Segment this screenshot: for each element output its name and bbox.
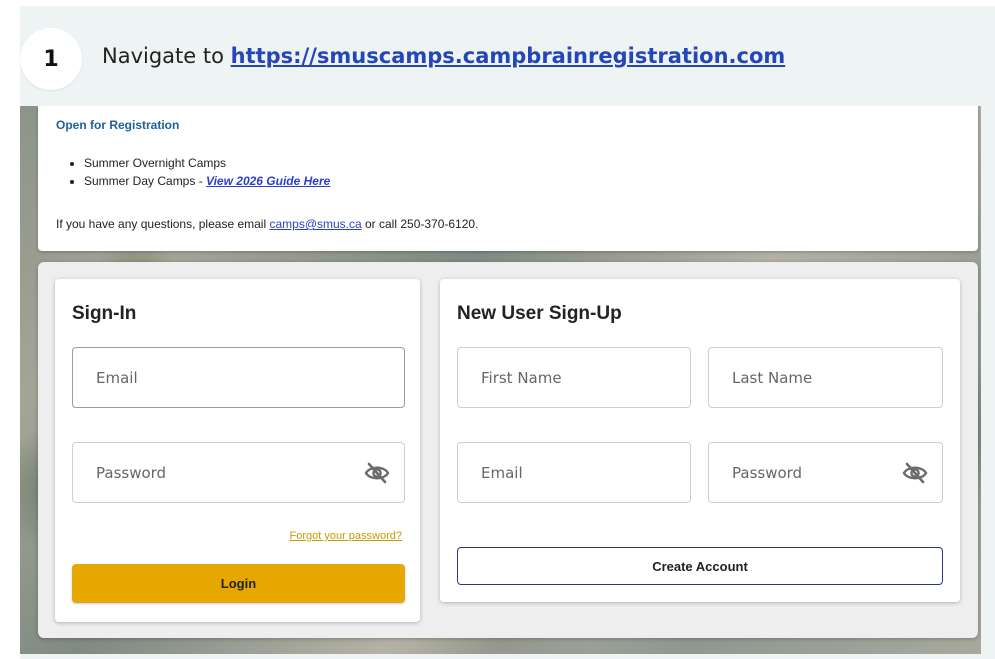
contact-line: If you have any questions, please email …: [56, 217, 478, 231]
camp-overnight: Summer Overnight Camps: [84, 156, 227, 170]
email-link[interactable]: camps@smus.ca: [269, 217, 361, 231]
signup-email-placeholder: Email: [481, 463, 523, 482]
signup-password-placeholder: Password: [732, 463, 803, 482]
list-item: Summer Day Camps - View 2026 Guide Here: [84, 172, 330, 190]
step-number: 1: [20, 28, 82, 90]
screenshot: Open for Registration Summer Overnight C…: [20, 106, 981, 654]
contact-suffix: or call 250-370-6120.: [361, 217, 479, 231]
eye-slash-icon[interactable]: [902, 462, 928, 484]
signin-password-placeholder: Password: [96, 463, 167, 482]
signin-password-field[interactable]: Password: [72, 442, 405, 503]
camp-day: Summer Day Camps -: [84, 174, 207, 188]
first-name-field[interactable]: First Name: [457, 347, 691, 408]
step-header: 1 Navigate to https://smuscamps.campbrai…: [20, 6, 995, 106]
last-name-field[interactable]: Last Name: [708, 347, 943, 408]
list-item: Summer Overnight Camps: [84, 154, 330, 172]
signup-card: New User Sign-Up First Name Last Name Em…: [440, 279, 960, 602]
first-name-placeholder: First Name: [481, 368, 562, 387]
signin-title: Sign-In: [72, 303, 137, 324]
step-url-link[interactable]: https://smuscamps.campbrainregistration.…: [231, 44, 786, 68]
camp-list: Summer Overnight Camps Summer Day Camps …: [84, 154, 330, 190]
signup-password-field[interactable]: Password: [708, 442, 943, 503]
open-registration-heading: Open for Registration: [56, 118, 180, 132]
signin-email-placeholder: Email: [96, 368, 138, 387]
last-name-placeholder: Last Name: [732, 368, 813, 387]
step-prefix: Navigate to: [102, 44, 231, 68]
login-button[interactable]: Login: [72, 564, 405, 603]
eye-slash-icon[interactable]: [364, 462, 390, 484]
info-card: Open for Registration Summer Overnight C…: [38, 106, 978, 251]
signin-email-field[interactable]: Email: [72, 347, 405, 408]
create-account-button[interactable]: Create Account: [457, 547, 943, 585]
signin-card: Sign-In Email Password Forgot your passw…: [55, 279, 420, 622]
contact-prefix: If you have any questions, please email: [56, 217, 270, 231]
signup-email-field[interactable]: Email: [457, 442, 691, 503]
signup-title: New User Sign-Up: [457, 303, 622, 324]
step-title: Navigate to https://smuscamps.campbrainr…: [102, 44, 785, 68]
guide-link[interactable]: View 2026 Guide Here: [206, 174, 330, 188]
forgot-password-link[interactable]: Forgot your password?: [290, 530, 403, 542]
forms-container: Sign-In Email Password Forgot your passw…: [38, 262, 978, 638]
